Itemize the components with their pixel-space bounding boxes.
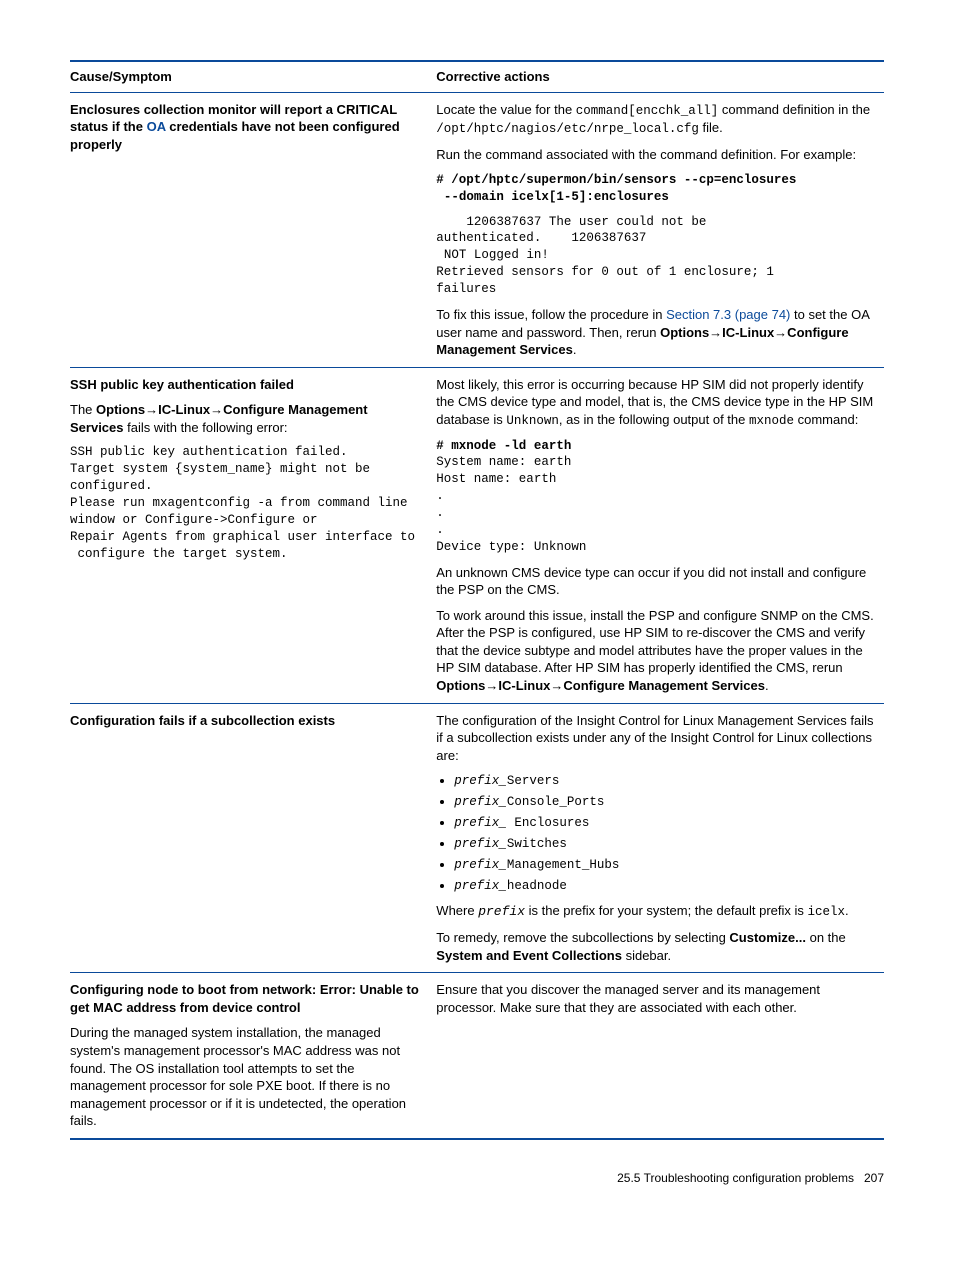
paragraph: To work around this issue, install the P… <box>436 607 878 695</box>
bullet-list: prefix_Servers prefix_Console_Portsprefix… <box>436 772 878 894</box>
paragraph: The Options→IC-Linux→Configure Managemen… <box>70 401 420 436</box>
list-item: prefix_Switches <box>454 835 878 853</box>
cause-cell: Configuring node to boot from network: E… <box>70 973 436 1139</box>
list-item: prefix_Servers <box>454 772 878 790</box>
list-item: prefix_Console_Ports <box>454 793 878 811</box>
action-cell: Locate the value for the command[encchk_… <box>436 92 884 367</box>
action-cell: The configuration of the Insight Control… <box>436 703 884 973</box>
code-block: # /opt/hptc/supermon/bin/sensors --cp=en… <box>436 172 878 206</box>
table-row: Configuring node to boot from network: E… <box>70 973 884 1139</box>
page: Cause/Symptom Corrective actions Enclosu… <box>0 0 954 1216</box>
action-cell: Ensure that you discover the managed ser… <box>436 973 884 1139</box>
paragraph: Configuring node to boot from network: E… <box>70 981 420 1016</box>
code-block: SSH public key authentication failed. Ta… <box>70 444 420 562</box>
paragraph: Run the command associated with the comm… <box>436 146 878 164</box>
page-footer: 25.5 Troubleshooting configuration probl… <box>70 1140 884 1186</box>
list-item: prefix_headnode <box>454 877 878 895</box>
header-action: Corrective actions <box>436 61 884 92</box>
paragraph: To fix this issue, follow the procedure … <box>436 306 878 359</box>
code-block: # mxnode -ld earth System name: earth Ho… <box>436 438 878 556</box>
table-row: SSH public key authentication failed The … <box>70 367 884 703</box>
table-row: Enclosures collection monitor will repor… <box>70 92 884 367</box>
cause-cell: SSH public key authentication failed The … <box>70 367 436 703</box>
footer-page: 207 <box>864 1171 884 1185</box>
code-block: 1206387637 The user could not be authent… <box>436 214 878 298</box>
paragraph: SSH public key authentication failed <box>70 376 420 394</box>
list-item: prefix_ Enclosures <box>454 814 878 832</box>
footer-section: 25.5 Troubleshooting configuration probl… <box>617 1171 854 1185</box>
paragraph: Ensure that you discover the managed ser… <box>436 981 878 1016</box>
paragraph: Most likely, this error is occurring bec… <box>436 376 878 430</box>
paragraph: Configuration fails if a subcollection e… <box>70 712 420 730</box>
cause-cell: Configuration fails if a subcollection e… <box>70 703 436 973</box>
list-item: prefix_Management_Hubs <box>454 856 878 874</box>
troubleshooting-table: Cause/Symptom Corrective actions Enclosu… <box>70 60 884 1140</box>
paragraph: Enclosures collection monitor will repor… <box>70 101 420 154</box>
paragraph: To remedy, remove the subcollections by … <box>436 929 878 964</box>
paragraph: During the managed system installation, … <box>70 1024 420 1129</box>
header-cause: Cause/Symptom <box>70 61 436 92</box>
table-row: Configuration fails if a subcollection e… <box>70 703 884 973</box>
action-cell: Most likely, this error is occurring bec… <box>436 367 884 703</box>
paragraph: The configuration of the Insight Control… <box>436 712 878 765</box>
cause-cell: Enclosures collection monitor will repor… <box>70 92 436 367</box>
paragraph: An unknown CMS device type can occur if … <box>436 564 878 599</box>
paragraph: Where prefix is the prefix for your syst… <box>436 902 878 921</box>
paragraph: Locate the value for the command[encchk_… <box>436 101 878 139</box>
